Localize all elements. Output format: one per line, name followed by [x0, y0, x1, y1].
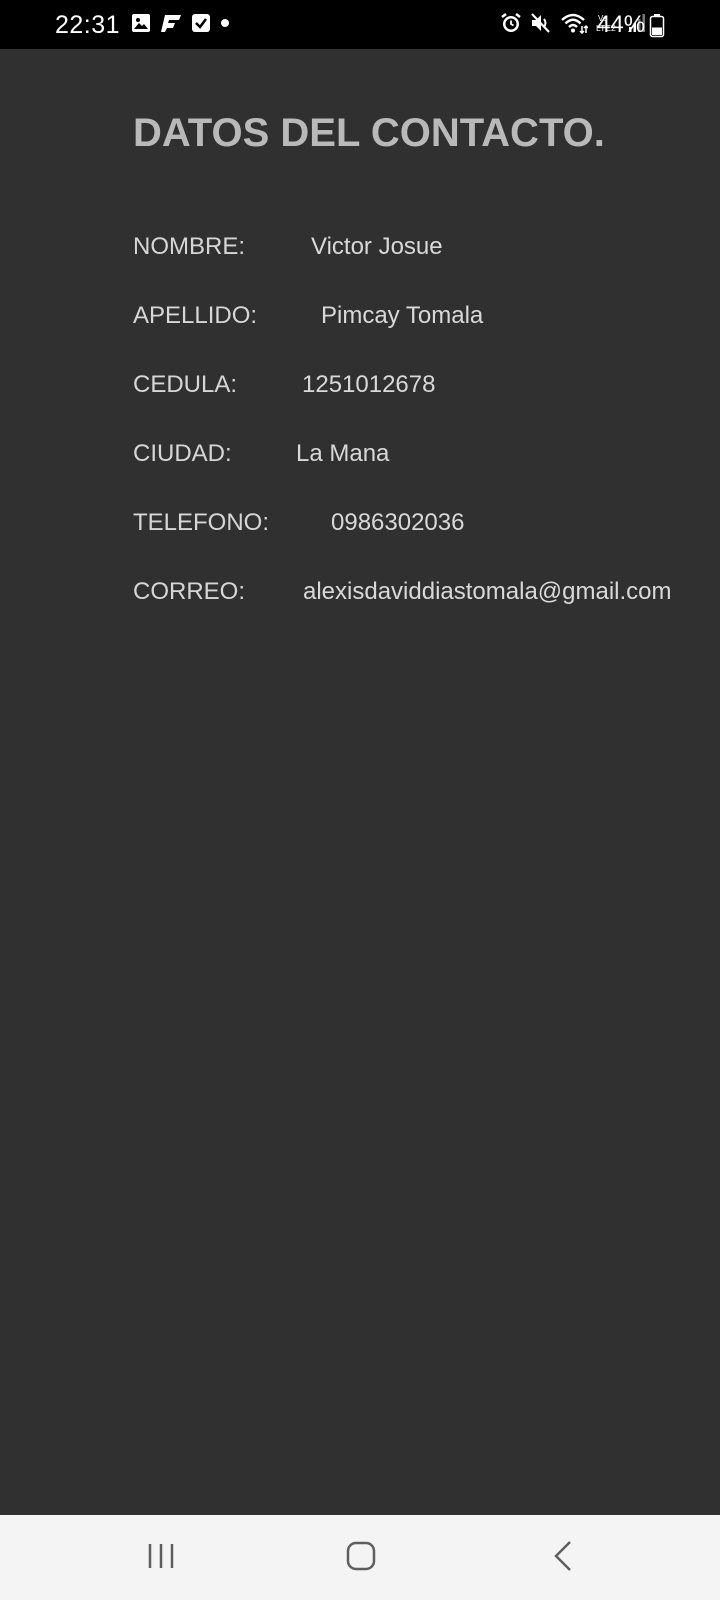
field-value-nombre: Victor Josue — [311, 233, 443, 260]
flipboard-icon — [160, 13, 182, 38]
field-value-telefono: 0986302036 — [331, 509, 465, 536]
field-label: NOMBRE: — [133, 233, 246, 260]
field-value-apellido: Pimcay Tomala — [321, 302, 484, 329]
mute-icon — [530, 12, 552, 39]
recent-apps-icon — [146, 1541, 176, 1576]
page-title: DATOS DEL CONTACTO. — [133, 111, 605, 155]
recent-apps-button[interactable] — [131, 1533, 191, 1583]
field-value-ciudad: La Mana — [296, 440, 390, 467]
field-label: CEDULA: — [133, 371, 238, 398]
status-bar: 22:31 Vo LTE2 44% — [0, 0, 720, 49]
field-value-cedula: 1251012678 — [302, 371, 436, 398]
battery-icon — [649, 14, 665, 43]
back-button[interactable] — [533, 1533, 593, 1583]
notification-icons — [131, 13, 230, 37]
alarm-icon — [500, 12, 522, 39]
home-icon — [345, 1540, 377, 1577]
checkbox-icon — [191, 13, 211, 38]
status-time: 22:31 — [55, 11, 121, 39]
field-label: APELLIDO: — [133, 302, 258, 329]
dot-icon — [220, 13, 230, 38]
gallery-icon — [131, 13, 151, 38]
back-icon — [551, 1539, 575, 1578]
field-value-correo: alexisdaviddiastomala@gmail.com — [303, 578, 672, 605]
field-label: CORREO: — [133, 578, 246, 605]
home-button[interactable] — [331, 1533, 391, 1583]
field-label: CIUDAD: — [133, 440, 232, 467]
field-label: TELEFONO: — [133, 509, 270, 536]
battery-percent: 44% — [597, 11, 646, 38]
contact-screen — [0, 49, 720, 1515]
wifi-icon — [560, 12, 589, 39]
